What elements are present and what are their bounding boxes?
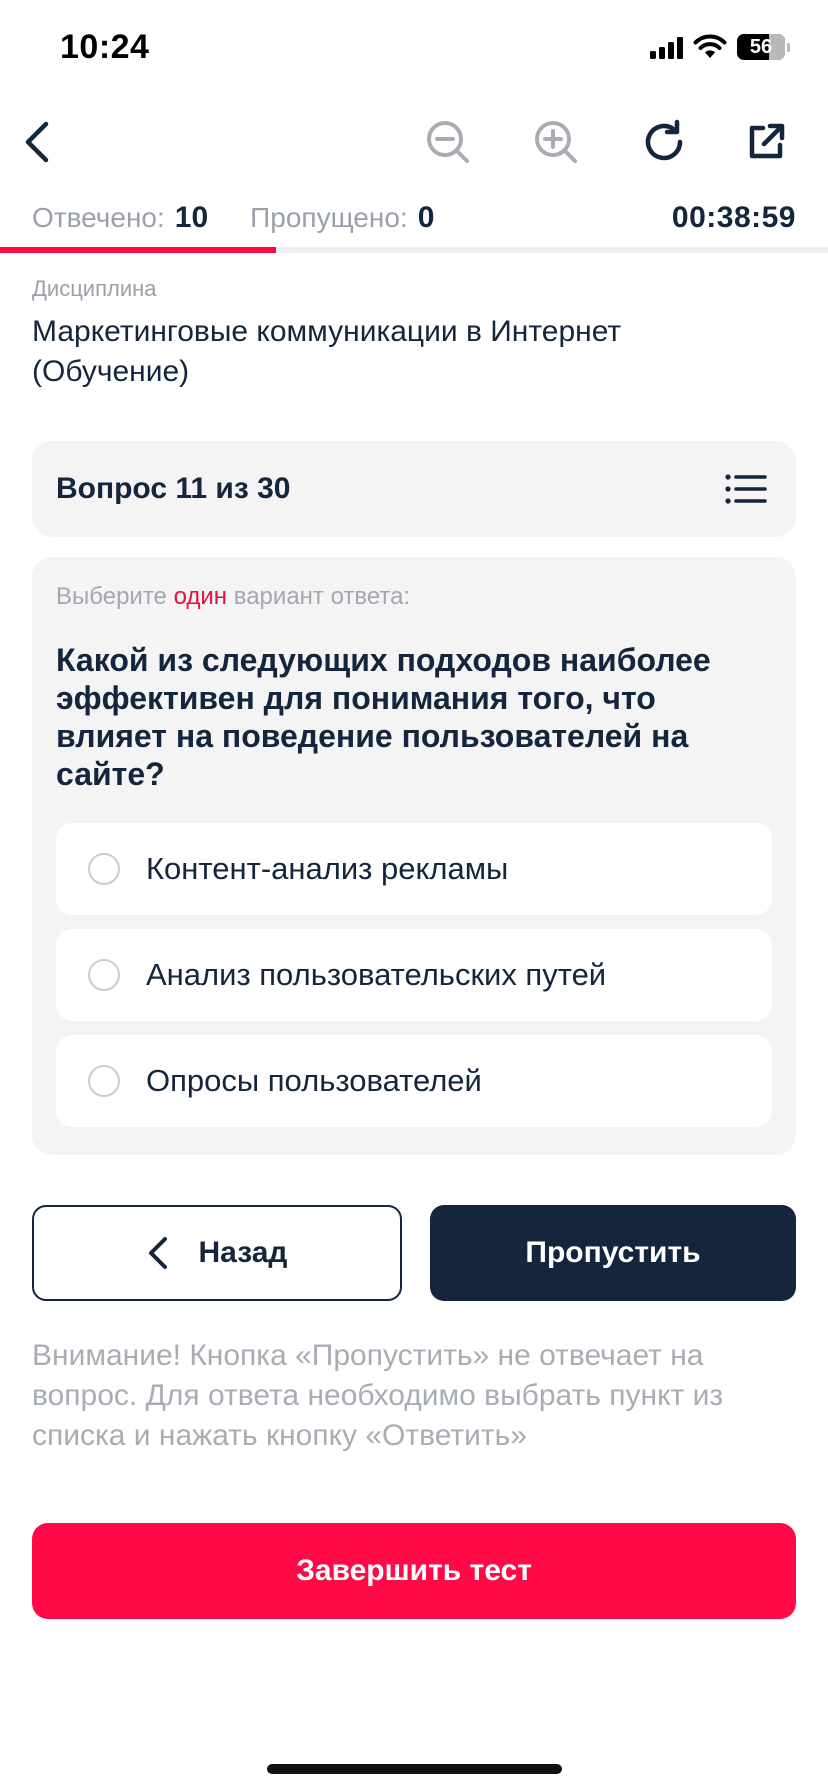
discipline-label: Дисциплина <box>32 276 157 301</box>
progress-bar <box>0 247 828 253</box>
skip-notice: Внимание! Кнопка «Пропустить» не отвечае… <box>32 1339 724 1452</box>
wifi-icon <box>693 34 727 58</box>
answer-options: Контент-анализ рекламы Анализ пользовате… <box>56 823 772 1127</box>
answered-stat: Отвечено: 10 <box>32 201 208 235</box>
answer-option-label: Анализ пользовательских путей <box>146 957 607 992</box>
battery-icon: 56 <box>737 34 785 60</box>
radio-button[interactable] <box>88 853 120 885</box>
chevron-left-icon <box>148 1237 167 1269</box>
skipped-stat: Пропущено: 0 <box>250 201 434 235</box>
skipped-label: Пропущено: <box>250 202 408 233</box>
answer-option-label: Опросы пользователей <box>146 1063 482 1098</box>
refresh-icon <box>645 119 683 161</box>
toolbar <box>0 100 828 186</box>
hint-prefix: Выберите <box>56 583 174 610</box>
answer-option-2[interactable]: Анализ пользовательских путей <box>56 929 772 1021</box>
answer-option-1[interactable]: Контент-анализ рекламы <box>56 823 772 915</box>
question-hint: Выберите один вариант ответа: <box>56 583 772 611</box>
answer-option-3[interactable]: Опросы пользователей <box>56 1035 772 1127</box>
zoom-out-icon <box>427 121 469 163</box>
question-card: Выберите один вариант ответа: Какой из с… <box>32 557 796 1155</box>
battery-level: 56 <box>749 35 773 58</box>
progress-bar-fill <box>0 247 276 253</box>
open-external-button[interactable] <box>734 110 798 174</box>
timer: 00:38:59 <box>671 201 796 234</box>
radio-button[interactable] <box>88 1065 120 1097</box>
progress-row: Отвечено: 10 Пропущено: 0 00:38:59 <box>32 196 796 240</box>
discipline-title: Маркетинговые коммуникации в Интернет (О… <box>32 315 622 388</box>
hint-suffix: вариант ответа: <box>227 583 411 610</box>
question-text: Какой из следующих подходов наиболее эфф… <box>56 642 711 792</box>
refresh-button[interactable] <box>632 110 696 174</box>
status-icons: 56 <box>650 34 790 60</box>
hint-accent: один <box>173 583 228 610</box>
list-icon <box>725 474 767 504</box>
finish-test-label: Завершить тест <box>296 1554 532 1587</box>
skip-button[interactable]: Пропустить <box>430 1205 796 1301</box>
external-link-icon <box>749 123 785 159</box>
finish-test-button[interactable]: Завершить тест <box>32 1523 796 1619</box>
answered-value: 10 <box>174 201 209 234</box>
radio-button[interactable] <box>88 959 120 991</box>
zoom-in-button[interactable] <box>524 110 588 174</box>
skipped-value: 0 <box>417 201 435 234</box>
screen: 10:24 56 Отвечено: 10 Пропущено: 0 00:38… <box>0 0 828 1792</box>
answered-label: Отвечено: <box>32 202 165 233</box>
skip-label: Пропустить <box>525 1236 701 1269</box>
signal-icon <box>650 35 683 59</box>
zoom-out-button[interactable] <box>416 110 480 174</box>
back-button[interactable] <box>6 110 70 174</box>
zoom-in-icon <box>535 121 577 163</box>
answer-option-label: Контент-анализ рекламы <box>146 851 509 886</box>
back-chevron-icon <box>25 121 49 163</box>
back-question-label: Назад <box>198 1236 288 1269</box>
question-list-button[interactable] <box>722 469 770 509</box>
status-time: 10:24 <box>60 28 150 66</box>
home-indicator <box>267 1764 562 1774</box>
status-bar: 10:24 56 <box>0 0 828 100</box>
question-header: Вопрос 11 из 30 <box>32 441 796 537</box>
battery-tip <box>787 42 790 52</box>
back-question-button[interactable]: Назад <box>32 1205 402 1301</box>
question-counter: Вопрос 11 из 30 <box>56 472 291 505</box>
